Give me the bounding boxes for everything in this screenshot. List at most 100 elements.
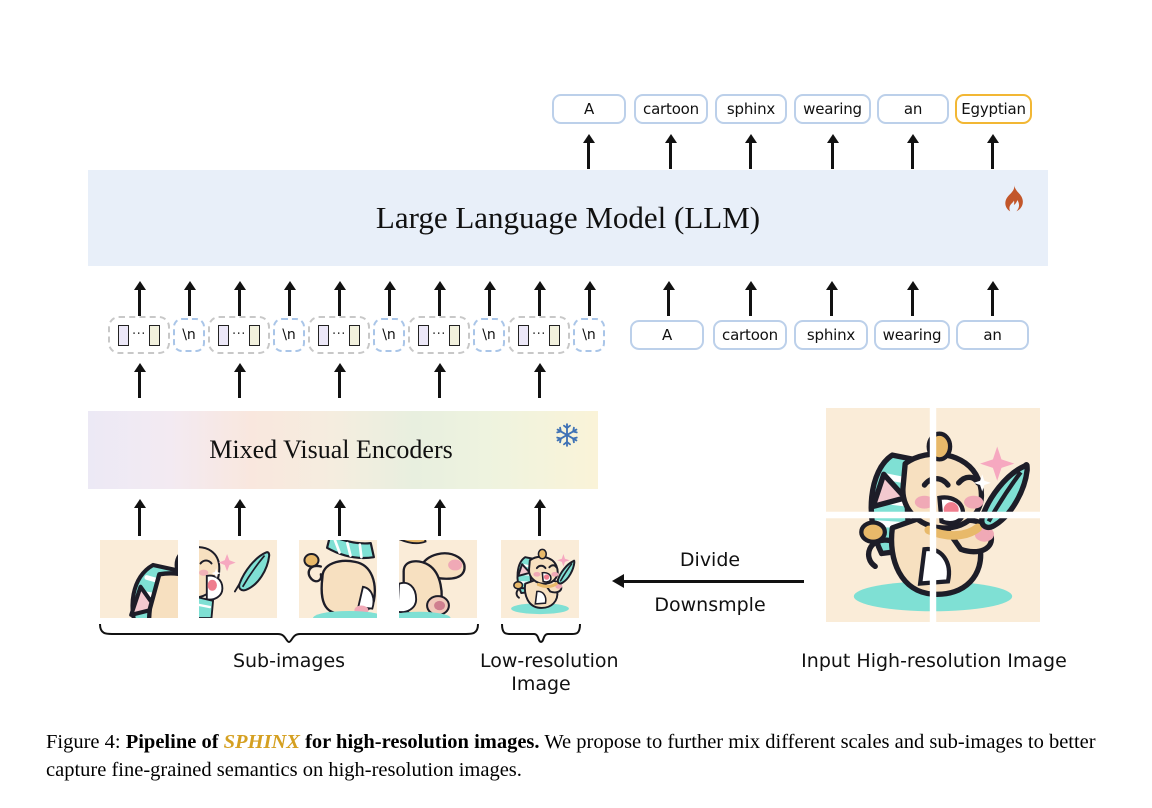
caption-bold-2: for high-resolution images. — [305, 731, 540, 753]
llm-title: Large Language Model (LLM) — [375, 200, 761, 235]
arrow-encoder-to-vtoken-4 — [538, 370, 541, 398]
visual-patch-icon — [518, 324, 530, 346]
arrow-text-token-to-llm-1 — [749, 288, 752, 316]
output-token-label: cartoon — [643, 100, 699, 118]
input-text-token-label: A — [661, 326, 673, 344]
caption-prefix: Figure 4: — [46, 731, 121, 753]
arrow-llm-to-output-4 — [911, 141, 914, 169]
visual-patch-icon — [448, 324, 460, 346]
arrow-encoder-to-vtoken-1 — [238, 370, 241, 398]
arrow-llm-to-output-0 — [587, 141, 590, 169]
arrow-subimage-to-encoder-1 — [238, 506, 241, 536]
divide-label: Divide — [679, 549, 741, 571]
arrow-llm-to-output-2 — [749, 141, 752, 169]
input-text-token-3: wearing — [874, 320, 950, 350]
newline-token-4: \n — [573, 318, 605, 352]
arrow-nl-to-llm-3 — [488, 288, 491, 316]
arrow-text-token-to-llm-4 — [991, 288, 994, 316]
figure-caption: Figure 4: Pipeline of SPHINX for high-re… — [46, 728, 1108, 784]
visual-patch-icon — [118, 324, 130, 346]
input-text-token-label: wearing — [882, 326, 942, 344]
visual-token-group-0: ··· — [108, 316, 170, 354]
input-text-token-0: A — [630, 320, 704, 350]
newline-token-2: \n — [373, 318, 405, 352]
visual-token-group-3: ··· — [408, 316, 470, 354]
arrow-vtoken-to-llm-4 — [538, 288, 541, 316]
newline-token-1: \n — [273, 318, 305, 352]
arrow-llm-to-output-3 — [831, 141, 834, 169]
output-token-5-highlighted: Egyptian — [955, 94, 1032, 124]
arrow-vtoken-to-llm-3 — [438, 288, 441, 316]
patch-ellipsis: ··· — [232, 327, 246, 342]
arrow-subimage-to-encoder-2 — [338, 506, 341, 536]
arrow-encoder-to-vtoken-3 — [438, 370, 441, 398]
arrow-llm-to-output-1 — [669, 141, 672, 169]
patch-ellipsis: ··· — [332, 327, 346, 342]
output-token-4: an — [877, 94, 949, 124]
input-text-token-label: an — [983, 326, 1002, 344]
output-token-3: wearing — [794, 94, 871, 124]
newline-label: \n — [382, 327, 396, 343]
input-high-resolution-image — [826, 408, 1040, 622]
output-token-1: cartoon — [634, 94, 708, 124]
sub-images-label: Sub-images — [232, 650, 346, 672]
output-token-label: wearing — [803, 100, 862, 118]
output-token-2: sphinx — [715, 94, 787, 124]
visual-token-group-4: ··· — [508, 316, 570, 354]
divide-arrow-line — [622, 580, 804, 583]
arrow-text-token-to-llm-2 — [830, 288, 833, 316]
arrow-vtoken-to-llm-1 — [238, 288, 241, 316]
newline-token-0: \n — [173, 318, 205, 352]
arrow-vtoken-to-llm-0 — [138, 288, 141, 316]
mixed-visual-encoders-panel: Mixed Visual Encoders — [88, 411, 598, 489]
arrow-nl-to-llm-4 — [588, 288, 591, 316]
output-token-label: Egyptian — [961, 100, 1026, 118]
visual-patch-icon — [348, 324, 360, 346]
divide-arrow-head — [612, 574, 624, 588]
output-token-label: A — [583, 100, 595, 118]
newline-token-3: \n — [473, 318, 505, 352]
patch-ellipsis: ··· — [132, 327, 146, 342]
low-resolution-brace — [500, 622, 582, 644]
output-token-0: A — [552, 94, 626, 124]
arrow-encoder-to-vtoken-2 — [338, 370, 341, 398]
sub-images-brace — [98, 622, 480, 644]
arrow-lowres-to-encoder — [538, 506, 541, 536]
flame-icon — [1000, 184, 1026, 214]
newline-label: \n — [582, 327, 596, 343]
caption-brand-name: SPHINX — [223, 731, 300, 753]
input-text-token-label: sphinx — [806, 326, 856, 344]
snowflake-icon — [554, 422, 580, 448]
arrow-nl-to-llm-2 — [388, 288, 391, 316]
arrow-subimage-to-encoder-3 — [438, 506, 441, 536]
newline-label: \n — [282, 327, 296, 343]
input-image-label: Input High-resolution Image — [801, 650, 1067, 672]
low-resolution-image — [501, 540, 579, 618]
caption-bold-1: Pipeline of — [125, 731, 219, 753]
low-resolution-label-line1: Low-resolution — [480, 650, 619, 672]
output-token-label: sphinx — [726, 100, 776, 118]
large-language-model-panel: Large Language Model (LLM) — [88, 170, 1048, 266]
input-text-token-label: cartoon — [722, 326, 778, 344]
input-text-token-4: an — [956, 320, 1029, 350]
sub-image-tile-top-right — [199, 540, 277, 618]
newline-label: \n — [182, 327, 196, 343]
output-token-label: an — [903, 100, 923, 118]
arrow-subimage-to-encoder-0 — [138, 506, 141, 536]
arrow-text-token-to-llm-3 — [911, 288, 914, 316]
figure-sphinx-pipeline: A cartoon sphinx wearing an Egyptian Lar… — [0, 0, 1152, 808]
input-text-token-2: sphinx — [794, 320, 868, 350]
visual-token-group-1: ··· — [208, 316, 270, 354]
sub-image-tile-top-left — [100, 540, 178, 618]
encoder-title: Mixed Visual Encoders — [209, 435, 453, 464]
visual-patch-icon — [248, 324, 260, 346]
newline-label: \n — [482, 327, 496, 343]
arrow-nl-to-llm-0 — [188, 288, 191, 316]
arrow-encoder-to-vtoken-0 — [138, 370, 141, 398]
visual-token-group-2: ··· — [308, 316, 370, 354]
arrow-vtoken-to-llm-2 — [338, 288, 341, 316]
visual-patch-icon — [218, 324, 230, 346]
downsample-label: Downsmple — [654, 594, 766, 616]
visual-patch-icon — [418, 324, 430, 346]
input-text-token-1: cartoon — [713, 320, 787, 350]
